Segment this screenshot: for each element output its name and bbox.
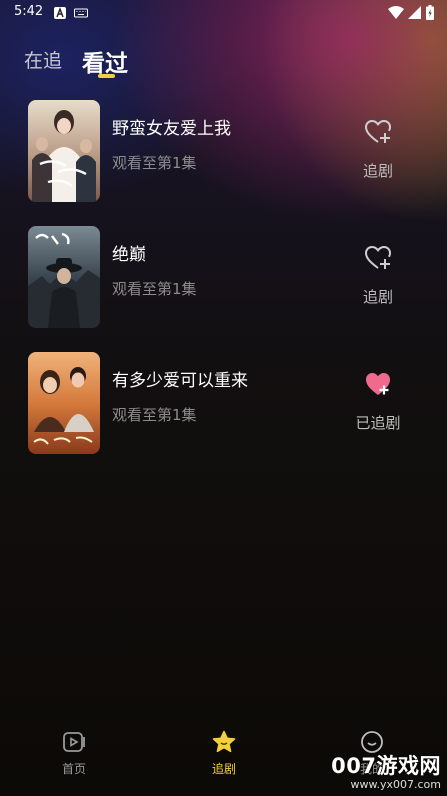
watch-progress: 观看至第1集: [112, 280, 197, 298]
heart-filled-icon: [366, 373, 390, 395]
star-icon: [212, 730, 236, 753]
list-item[interactable]: 有多少爱可以重来 观看至第1集 已追剧: [28, 352, 428, 456]
watermark-brand: 007游戏网: [331, 754, 441, 778]
watermark: 007游戏网 www.yx007.com: [331, 750, 441, 791]
status-bar: 5:42: [0, 0, 447, 26]
follow-label: 追剧: [362, 162, 393, 180]
watch-progress: 观看至第1集: [112, 154, 197, 172]
status-time: 5:42: [14, 4, 44, 19]
drama-poster[interactable]: [28, 352, 100, 454]
tab-following[interactable]: 在追: [24, 46, 62, 73]
battery-icon: [426, 5, 434, 20]
follow-label: 追剧: [362, 288, 393, 306]
drama-title[interactable]: 绝巅: [112, 240, 146, 265]
signal-icon: [408, 6, 421, 19]
keyboard-icon: [74, 8, 88, 18]
follow-label: 已追剧: [355, 414, 401, 432]
wifi-icon: [388, 6, 404, 19]
play-box-icon: [63, 732, 85, 752]
heart-plus-icon: [364, 245, 392, 269]
follow-button[interactable]: 追剧: [346, 118, 410, 188]
drama-title[interactable]: 有多少爱可以重来: [112, 366, 248, 391]
list-item[interactable]: 绝巅 观看至第1集 追剧: [28, 226, 428, 330]
unfollow-button[interactable]: 已追剧: [346, 370, 410, 440]
nav-home[interactable]: 首页: [34, 730, 114, 777]
heart-plus-icon: [364, 119, 392, 143]
nav-following[interactable]: 追剧: [184, 730, 264, 777]
notification-a-icon: [54, 7, 66, 19]
tab-watched[interactable]: 看过: [82, 44, 128, 78]
nav-home-label: 首页: [61, 762, 86, 776]
drama-poster[interactable]: [28, 100, 100, 202]
drama-poster[interactable]: [28, 226, 100, 328]
nav-following-label: 追剧: [211, 762, 236, 776]
active-tab-indicator: [98, 74, 115, 78]
watch-progress: 观看至第1集: [112, 406, 197, 424]
follow-button[interactable]: 追剧: [346, 244, 410, 314]
list-item[interactable]: 野蛮女友爱上我 观看至第1集 追剧: [28, 100, 428, 204]
drama-title[interactable]: 野蛮女友爱上我: [112, 114, 231, 139]
